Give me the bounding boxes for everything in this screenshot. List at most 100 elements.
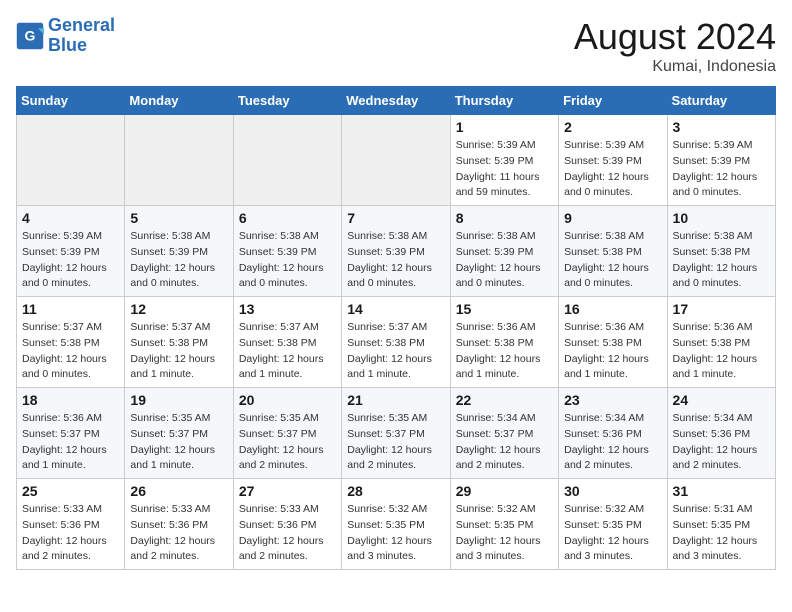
calendar-week-row: 1 Sunrise: 5:39 AM Sunset: 5:39 PM Daylig… [17,115,776,206]
day-info: Sunrise: 5:39 AM Sunset: 5:39 PM Dayligh… [456,138,553,201]
day-info: Sunrise: 5:38 AM Sunset: 5:39 PM Dayligh… [456,229,553,292]
calendar-week-row: 25 Sunrise: 5:33 AM Sunset: 5:36 PM Dayli… [17,479,776,570]
weekday-header: Saturday [667,87,775,115]
day-info: Sunrise: 5:36 AM Sunset: 5:37 PM Dayligh… [22,411,119,474]
day-info: Sunrise: 5:39 AM Sunset: 5:39 PM Dayligh… [673,138,770,201]
day-number: 19 [130,392,227,408]
calendar-cell: 2 Sunrise: 5:39 AM Sunset: 5:39 PM Daylig… [559,115,667,206]
calendar-cell: 3 Sunrise: 5:39 AM Sunset: 5:39 PM Daylig… [667,115,775,206]
calendar-cell [125,115,233,206]
calendar-cell: 4Sunrise: 5:39 AM Sunset: 5:39 PM Daylig… [17,206,125,297]
day-number: 26 [130,483,227,499]
day-number: 10 [673,210,770,226]
calendar-cell: 9 Sunrise: 5:38 AM Sunset: 5:38 PM Daylig… [559,206,667,297]
calendar-cell: 18 Sunrise: 5:36 AM Sunset: 5:37 PM Dayli… [17,388,125,479]
day-number: 11 [22,301,119,317]
day-info: Sunrise: 5:38 AM Sunset: 5:39 PM Dayligh… [130,229,227,292]
day-number: 20 [239,392,336,408]
day-info: Sunrise: 5:37 AM Sunset: 5:38 PM Dayligh… [347,320,444,383]
day-number: 3 [673,119,770,135]
calendar-cell: 17 Sunrise: 5:36 AM Sunset: 5:38 PM Dayli… [667,297,775,388]
month-year: August 2024 [574,16,776,58]
calendar-cell: 16 Sunrise: 5:36 AM Sunset: 5:38 PM Dayli… [559,297,667,388]
day-info: Sunrise: 5:32 AM Sunset: 5:35 PM Dayligh… [564,502,661,565]
calendar-cell: 23 Sunrise: 5:34 AM Sunset: 5:36 PM Dayli… [559,388,667,479]
calendar-cell: 22 Sunrise: 5:34 AM Sunset: 5:37 PM Dayli… [450,388,558,479]
day-info: Sunrise: 5:33 AM Sunset: 5:36 PM Dayligh… [130,502,227,565]
calendar-cell: 15Sunrise: 5:36 AM Sunset: 5:38 PM Dayli… [450,297,558,388]
day-info: Sunrise: 5:34 AM Sunset: 5:37 PM Dayligh… [456,411,553,474]
logo-line2: Blue [48,36,115,56]
day-number: 1 [456,119,553,135]
day-number: 22 [456,392,553,408]
day-info: Sunrise: 5:35 AM Sunset: 5:37 PM Dayligh… [239,411,336,474]
page-header: G General Blue August 2024 Kumai, Indone… [16,16,776,76]
day-info: Sunrise: 5:38 AM Sunset: 5:38 PM Dayligh… [673,229,770,292]
calendar-cell: 27Sunrise: 5:33 AM Sunset: 5:36 PM Dayli… [233,479,341,570]
weekday-header: Tuesday [233,87,341,115]
day-info: Sunrise: 5:36 AM Sunset: 5:38 PM Dayligh… [564,320,661,383]
weekday-header: Sunday [17,87,125,115]
day-number: 6 [239,210,336,226]
day-info: Sunrise: 5:37 AM Sunset: 5:38 PM Dayligh… [130,320,227,383]
weekday-header: Friday [559,87,667,115]
calendar-cell: 8 Sunrise: 5:38 AM Sunset: 5:39 PM Daylig… [450,206,558,297]
calendar-cell: 5 Sunrise: 5:38 AM Sunset: 5:39 PM Daylig… [125,206,233,297]
calendar-cell: 14Sunrise: 5:37 AM Sunset: 5:38 PM Dayli… [342,297,450,388]
calendar-cell: 1 Sunrise: 5:39 AM Sunset: 5:39 PM Daylig… [450,115,558,206]
day-info: Sunrise: 5:39 AM Sunset: 5:39 PM Dayligh… [564,138,661,201]
calendar-week-row: 18 Sunrise: 5:36 AM Sunset: 5:37 PM Dayli… [17,388,776,479]
day-number: 23 [564,392,661,408]
day-number: 9 [564,210,661,226]
day-info: Sunrise: 5:38 AM Sunset: 5:39 PM Dayligh… [239,229,336,292]
day-info: Sunrise: 5:35 AM Sunset: 5:37 PM Dayligh… [130,411,227,474]
day-number: 12 [130,301,227,317]
calendar-cell: 13Sunrise: 5:37 AM Sunset: 5:38 PM Dayli… [233,297,341,388]
day-info: Sunrise: 5:36 AM Sunset: 5:38 PM Dayligh… [673,320,770,383]
calendar-cell: 21 Sunrise: 5:35 AM Sunset: 5:37 PM Dayli… [342,388,450,479]
logo-icon: G [16,22,44,50]
day-number: 30 [564,483,661,499]
day-info: Sunrise: 5:33 AM Sunset: 5:36 PM Dayligh… [22,502,119,565]
day-number: 5 [130,210,227,226]
calendar-cell [17,115,125,206]
day-info: Sunrise: 5:34 AM Sunset: 5:36 PM Dayligh… [564,411,661,474]
day-number: 16 [564,301,661,317]
day-number: 25 [22,483,119,499]
day-number: 15 [456,301,553,317]
calendar-cell: 11Sunrise: 5:37 AM Sunset: 5:38 PM Dayli… [17,297,125,388]
calendar-cell [233,115,341,206]
day-number: 8 [456,210,553,226]
calendar-cell: 19 Sunrise: 5:35 AM Sunset: 5:37 PM Dayli… [125,388,233,479]
calendar-week-row: 11 Sunrise: 5:37 AM Sunset: 5:38 PM Dayli… [17,297,776,388]
logo-line1: General [48,16,115,36]
day-info: Sunrise: 5:35 AM Sunset: 5:37 PM Dayligh… [347,411,444,474]
title-block: August 2024 Kumai, Indonesia [574,16,776,76]
day-info: Sunrise: 5:38 AM Sunset: 5:39 PM Dayligh… [347,229,444,292]
calendar-cell: 29Sunrise: 5:32 AM Sunset: 5:35 PM Dayli… [450,479,558,570]
day-info: Sunrise: 5:32 AM Sunset: 5:35 PM Dayligh… [456,502,553,565]
calendar-cell: 25 Sunrise: 5:33 AM Sunset: 5:36 PM Dayli… [17,479,125,570]
calendar-table: SundayMondayTuesdayWednesdayThursdayFrid… [16,86,776,570]
calendar-cell: 10 Sunrise: 5:38 AM Sunset: 5:38 PM Dayli… [667,206,775,297]
svg-text:G: G [25,27,36,43]
day-info: Sunrise: 5:38 AM Sunset: 5:38 PM Dayligh… [564,229,661,292]
calendar-week-row: 4Sunrise: 5:39 AM Sunset: 5:39 PM Daylig… [17,206,776,297]
day-info: Sunrise: 5:32 AM Sunset: 5:35 PM Dayligh… [347,502,444,565]
day-number: 21 [347,392,444,408]
weekday-header: Monday [125,87,233,115]
weekday-header-row: SundayMondayTuesdayWednesdayThursdayFrid… [17,87,776,115]
calendar-cell: 26 Sunrise: 5:33 AM Sunset: 5:36 PM Dayli… [125,479,233,570]
calendar-cell: 28Sunrise: 5:32 AM Sunset: 5:35 PM Dayli… [342,479,450,570]
calendar-cell: 24Sunrise: 5:34 AM Sunset: 5:36 PM Dayli… [667,388,775,479]
day-number: 17 [673,301,770,317]
calendar-cell [342,115,450,206]
weekday-header: Wednesday [342,87,450,115]
day-info: Sunrise: 5:37 AM Sunset: 5:38 PM Dayligh… [239,320,336,383]
calendar-cell: 20 Sunrise: 5:35 AM Sunset: 5:37 PM Dayli… [233,388,341,479]
day-number: 31 [673,483,770,499]
day-number: 24 [673,392,770,408]
day-number: 18 [22,392,119,408]
day-number: 2 [564,119,661,135]
location: Kumai, Indonesia [574,58,776,76]
